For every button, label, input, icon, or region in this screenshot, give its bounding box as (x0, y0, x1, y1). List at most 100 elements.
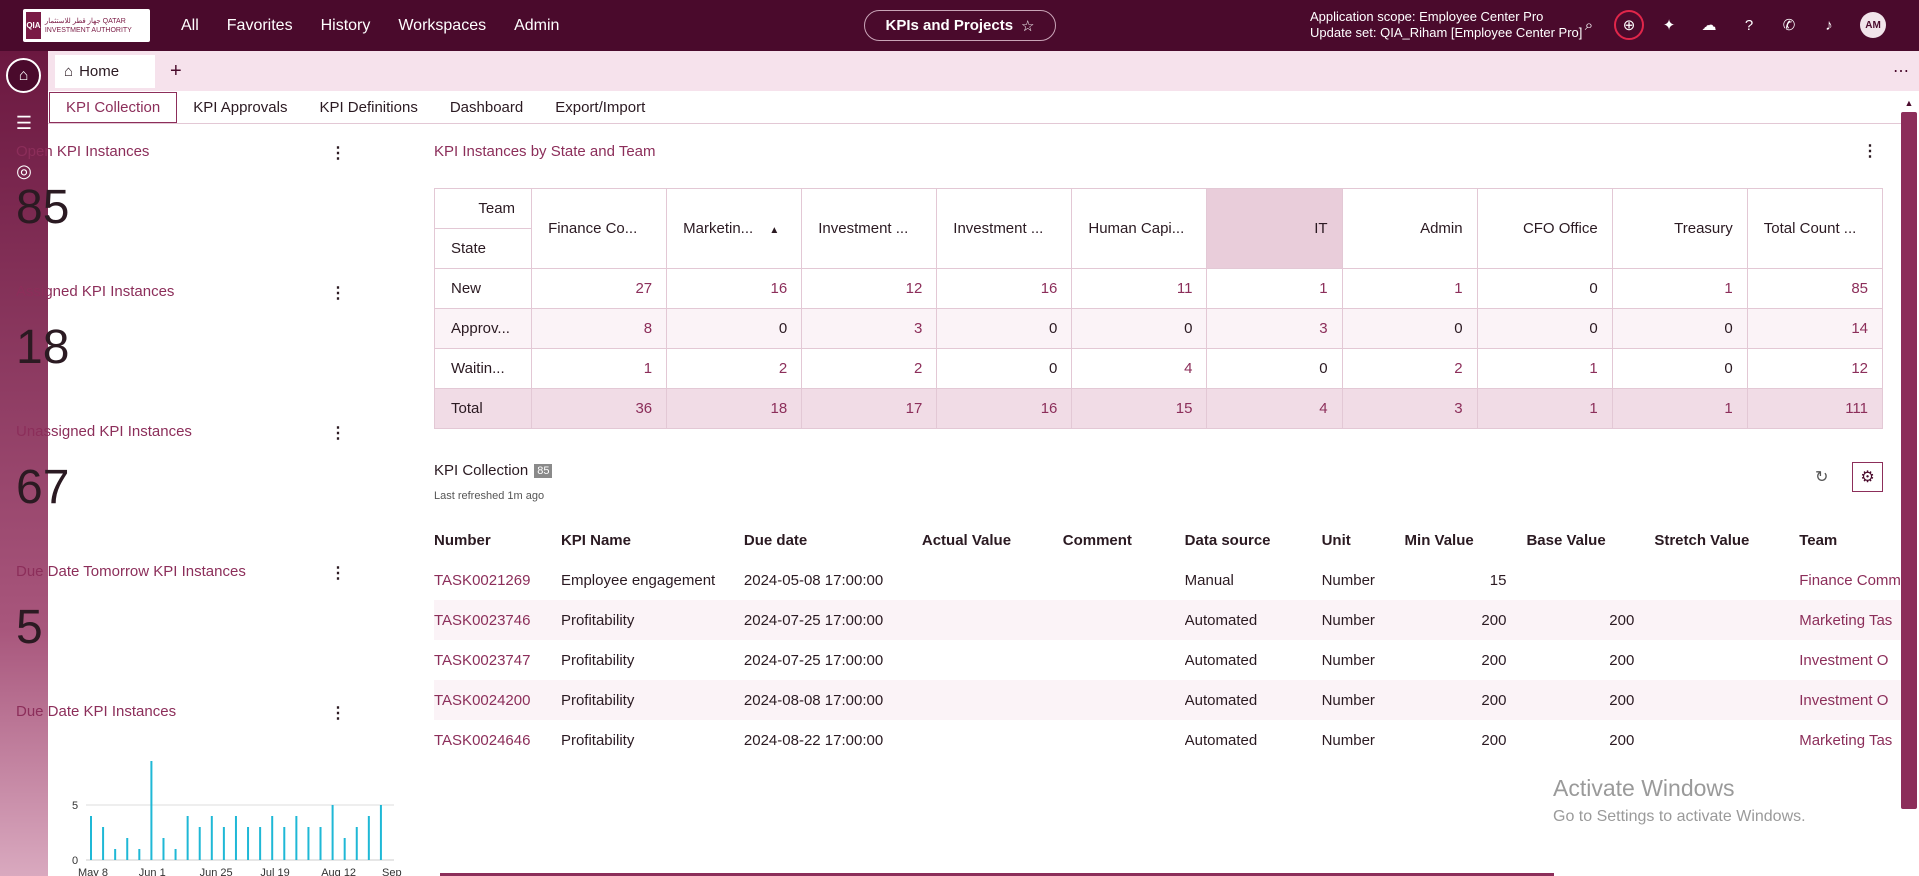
tab-export-import[interactable]: Export/Import (539, 92, 661, 123)
kebab-menu-icon[interactable]: ⋮ (330, 703, 346, 723)
team-link[interactable]: Marketing Tas (1799, 600, 1901, 640)
team-link[interactable]: Finance Comm (1799, 560, 1901, 600)
pivot-cell[interactable]: 16 (666, 268, 803, 309)
qia-logo[interactable]: QIA جهاز قطر للاستثمار QATAR INVESTMENT … (23, 9, 150, 42)
nav-workspaces[interactable]: Workspaces (398, 17, 486, 35)
team-link[interactable]: Investment O (1799, 640, 1901, 680)
kpi-card-assigned[interactable]: Assigned KPI Instances ⋮ 18 (16, 283, 356, 375)
col-team[interactable]: Team (1799, 520, 1901, 560)
tab-home[interactable]: ⌂ Home (55, 55, 155, 88)
pivot-cell[interactable]: 111 (1746, 388, 1884, 429)
col-kpi-name[interactable]: KPI Name (561, 520, 744, 560)
help-icon[interactable]: ? (1734, 10, 1764, 40)
kebab-menu-icon[interactable]: ⋮ (330, 143, 346, 163)
team-link[interactable]: Marketing Tas (1799, 720, 1901, 760)
col-header[interactable]: Finance Co... (531, 188, 668, 269)
pivot-cell[interactable]: 4 (1206, 388, 1343, 429)
pivot-cell[interactable]: 2 (1341, 348, 1478, 389)
pivot-cell[interactable]: 14 (1746, 308, 1884, 349)
application-scope[interactable]: Application scope: Employee Center Pro U… (1310, 9, 1582, 41)
col-min-value[interactable]: Min Value (1405, 520, 1527, 560)
kebab-menu-icon[interactable]: ⋮ (330, 563, 346, 583)
search-icon[interactable]: ⌕ (1574, 10, 1604, 40)
phone-icon[interactable]: ✆ (1774, 10, 1804, 40)
col-unit[interactable]: Unit (1322, 520, 1405, 560)
tab-kpi-definitions[interactable]: KPI Definitions (303, 92, 433, 123)
table-row[interactable]: TASK0023747 Profitability 2024-07-25 17:… (434, 640, 1901, 680)
chat-icon[interactable]: ☁ (1694, 10, 1724, 40)
col-header[interactable]: IT (1206, 188, 1343, 269)
pivot-cell[interactable]: 11 (1071, 268, 1208, 309)
pivot-cell[interactable]: 12 (801, 268, 938, 309)
pivot-cell[interactable]: 1 (1476, 348, 1613, 389)
tab-kpi-approvals[interactable]: KPI Approvals (177, 92, 303, 123)
home-icon[interactable]: ⌂ (6, 58, 41, 93)
nav-admin[interactable]: Admin (514, 17, 559, 35)
pivot-cell[interactable]: 2 (801, 348, 938, 389)
col-header[interactable]: Investment ... (801, 188, 938, 269)
table-row[interactable]: TASK0024646 Profitability 2024-08-22 17:… (434, 720, 1901, 760)
pivot-cell[interactable]: 3 (801, 308, 938, 349)
col-comment[interactable]: Comment (1063, 520, 1185, 560)
col-header[interactable]: Investment ... (936, 188, 1073, 269)
table-row[interactable]: TASK0023746 Profitability 2024-07-25 17:… (434, 600, 1901, 640)
star-icon[interactable]: ☆ (1021, 17, 1034, 35)
kebab-menu-icon[interactable]: ⋮ (1862, 141, 1878, 161)
col-header[interactable]: Total Count ... (1746, 188, 1884, 269)
pivot-cell[interactable]: 16 (936, 268, 1073, 309)
pivot-cell[interactable]: 4 (1071, 348, 1208, 389)
list-icon[interactable]: ☰ (12, 111, 36, 135)
pivot-cell[interactable]: 1 (1611, 388, 1748, 429)
add-tab-icon[interactable]: + (170, 60, 190, 83)
scroll-up-icon[interactable]: ▲ (1901, 98, 1917, 108)
col-data-source[interactable]: Data source (1185, 520, 1322, 560)
pivot-cell[interactable]: 85 (1746, 268, 1884, 309)
sort-asc-icon[interactable]: ▲ (769, 225, 779, 236)
pivot-cell[interactable]: 1 (1341, 268, 1478, 309)
pivot-cell[interactable]: 27 (531, 268, 668, 309)
table-row[interactable]: TASK0024200 Profitability 2024-08-08 17:… (434, 680, 1901, 720)
task-number-link[interactable]: TASK0024200 (434, 680, 561, 720)
avatar[interactable]: AM (1860, 12, 1886, 38)
col-number[interactable]: Number (434, 520, 561, 560)
gear-icon[interactable]: ⚙ (1852, 462, 1883, 492)
task-number-link[interactable]: TASK0023747 (434, 640, 561, 680)
col-header[interactable]: Human Capi... (1071, 188, 1208, 269)
pivot-cell[interactable]: 2 (666, 348, 803, 389)
col-actual-value[interactable]: Actual Value (922, 520, 1063, 560)
vertical-scrollbar[interactable] (1901, 112, 1917, 809)
globe-icon[interactable]: ⊕ (1614, 10, 1644, 40)
tab-kpi-collection[interactable]: KPI Collection (49, 91, 178, 123)
pivot-cell[interactable]: 16 (936, 388, 1073, 429)
pivot-cell[interactable]: 12 (1746, 348, 1884, 389)
nav-history[interactable]: History (321, 17, 371, 35)
pivot-cell[interactable]: 3 (1206, 308, 1343, 349)
sparkle-icon[interactable]: ✦ (1654, 10, 1684, 40)
kebab-menu-icon[interactable]: ⋮ (330, 423, 346, 443)
col-header[interactable]: Admin (1341, 188, 1478, 269)
due-date-chart[interactable]: 0 5 May 8 Jun 1 Jun 25 Jul 19 Aug 12 Sep 5 (64, 744, 404, 876)
col-header[interactable]: Treasury (1611, 188, 1748, 269)
kpi-card-open[interactable]: Open KPI Instances ⋮ 85 (16, 143, 356, 235)
pivot-cell[interactable]: 36 (531, 388, 668, 429)
col-header[interactable]: Marketin... ▲ (666, 188, 803, 269)
bell-icon[interactable]: ♪ (1814, 10, 1844, 40)
more-icon[interactable]: ⋯ (1893, 61, 1909, 81)
col-due-date[interactable]: Due date (744, 520, 922, 560)
pivot-cell[interactable]: 1 (1611, 268, 1748, 309)
col-header[interactable]: CFO Office (1476, 188, 1613, 269)
kpi-card-due-tomorrow[interactable]: Due Date Tomorrow KPI Instances ⋮ 5 (16, 563, 356, 655)
tab-dashboard[interactable]: Dashboard (434, 92, 539, 123)
task-number-link[interactable]: TASK0023746 (434, 600, 561, 640)
pivot-cell[interactable]: 8 (531, 308, 668, 349)
pivot-cell[interactable]: 15 (1071, 388, 1208, 429)
nav-all[interactable]: All (181, 17, 199, 35)
pivot-cell[interactable]: 3 (1341, 388, 1478, 429)
task-number-link[interactable]: TASK0024646 (434, 720, 561, 760)
kpi-card-unassigned[interactable]: Unassigned KPI Instances ⋮ 67 (16, 423, 356, 515)
workspace-title-pill[interactable]: KPIs and Projects ☆ (864, 10, 1056, 41)
pivot-cell[interactable]: 17 (801, 388, 938, 429)
pivot-cell[interactable]: 1 (1206, 268, 1343, 309)
kebab-menu-icon[interactable]: ⋮ (330, 283, 346, 303)
pivot-cell[interactable]: 1 (531, 348, 668, 389)
